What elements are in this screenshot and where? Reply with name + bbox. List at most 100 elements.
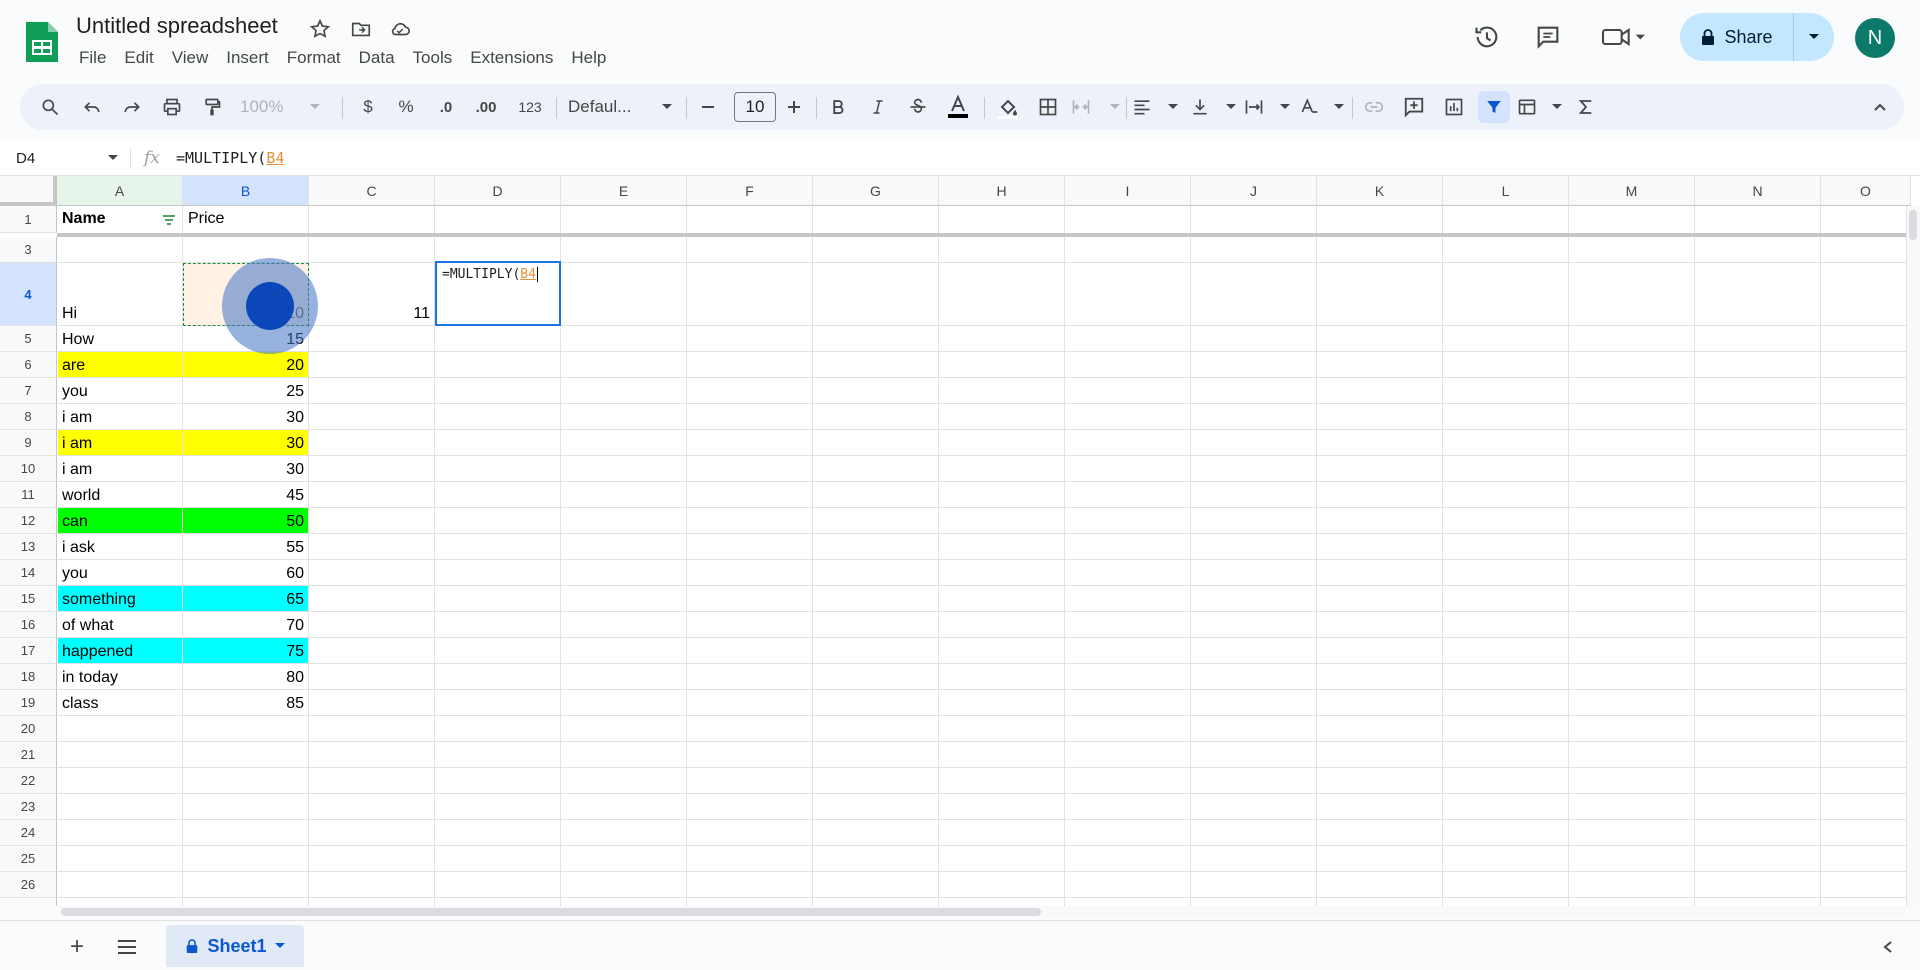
row-header-4[interactable]: 4 [0,263,57,326]
cell-a4[interactable]: Hi [58,263,182,325]
comments-icon[interactable] [1528,17,1568,57]
horizontal-align-icon[interactable] [1132,91,1178,123]
row-header-11[interactable]: 11 [0,482,57,508]
text-wrapping-icon[interactable] [1244,91,1290,123]
spreadsheet-grid[interactable]: A B C D E F G H I J K L M N O 1 3 4 5 6 … [0,176,1920,906]
column-header-j[interactable]: J [1191,176,1317,206]
sheets-logo-icon[interactable] [24,20,60,64]
column-header-h[interactable]: H [939,176,1065,206]
column-header-n[interactable]: N [1695,176,1821,206]
cell-a16[interactable]: of what [58,612,182,637]
cloud-saved-icon[interactable] [387,16,413,42]
cell-b12[interactable]: 50 [183,508,308,533]
menu-edit[interactable]: Edit [115,47,162,69]
format-currency-button[interactable]: $ [354,91,382,123]
menu-help[interactable]: Help [562,47,615,69]
format-percent-button[interactable]: % [392,91,420,123]
insert-link-icon[interactable] [1358,91,1390,123]
menu-data[interactable]: Data [350,47,404,69]
column-header-m[interactable]: M [1569,176,1695,206]
increase-decimal-button[interactable]: .00 [468,91,504,123]
vertical-scrollbar[interactable] [1906,206,1920,906]
column-header-i[interactable]: I [1065,176,1191,206]
cell-a8[interactable]: i am [58,404,182,429]
vertical-scroll-thumb[interactable] [1909,210,1917,240]
more-formats-button[interactable]: 123 [512,91,548,123]
row-header-1[interactable]: 1 [0,206,57,233]
select-all-corner[interactable] [0,176,57,206]
cell-editor-d4[interactable]: =MULTIPLY(B4 [435,261,561,326]
menu-tools[interactable]: Tools [404,47,462,69]
cell-b14[interactable]: 60 [183,560,308,585]
cell-a15[interactable]: something [58,586,182,611]
redo-icon[interactable] [116,91,148,123]
insert-chart-icon[interactable] [1438,91,1470,123]
frozen-row-divider[interactable] [57,233,1917,237]
row-header-18[interactable]: 18 [0,664,57,690]
share-main-button[interactable]: Share [1680,13,1794,61]
cell-c4[interactable]: 11 [309,263,434,325]
cell-a12[interactable]: can [58,508,182,533]
row-header-3[interactable]: 3 [0,237,57,263]
row-header-17[interactable]: 17 [0,638,57,664]
menu-extensions[interactable]: Extensions [461,47,562,69]
column-header-o[interactable]: O [1821,176,1911,206]
print-icon[interactable] [156,91,188,123]
menu-file[interactable]: File [70,47,115,69]
version-history-icon[interactable] [1467,17,1507,57]
cell-b18[interactable]: 80 [183,664,308,689]
column-header-c[interactable]: C [309,176,435,206]
column-header-e[interactable]: E [561,176,687,206]
cell-b17[interactable]: 75 [183,638,308,663]
column-header-f[interactable]: F [687,176,813,206]
row-header-14[interactable]: 14 [0,560,57,586]
font-family-select[interactable]: Defaul... [562,91,678,123]
column-header-k[interactable]: K [1317,176,1443,206]
column-header-a[interactable]: A [57,176,183,206]
row-header-13[interactable]: 13 [0,534,57,560]
menu-format[interactable]: Format [278,47,350,69]
horizontal-scroll-thumb[interactable] [61,908,1041,916]
cell-b15[interactable]: 65 [183,586,308,611]
row-header-19[interactable]: 19 [0,690,57,716]
document-title[interactable]: Untitled spreadsheet [76,13,278,39]
cell-a18[interactable]: in today [58,664,182,689]
share-dropdown-button[interactable] [1794,13,1834,61]
zoom-select[interactable]: 100% [240,91,320,123]
cell-a13[interactable]: i ask [58,534,182,559]
cell-b9[interactable]: 30 [183,430,308,455]
column-header-d[interactable]: D [435,176,561,206]
bold-icon[interactable] [822,91,854,123]
cell-b7[interactable]: 25 [183,378,308,403]
row-header-27[interactable]: 27 [0,898,57,906]
row-header-22[interactable]: 22 [0,768,57,794]
merge-cells-icon[interactable] [1070,91,1120,123]
vertical-align-icon[interactable] [1190,91,1236,123]
row-header-9[interactable]: 9 [0,430,57,456]
search-menus-icon[interactable] [34,91,66,123]
column-header-l[interactable]: L [1443,176,1569,206]
cell-b19[interactable]: 85 [183,690,308,715]
font-size-input[interactable]: 10 [734,92,776,122]
side-panel-toggle-icon[interactable] [1876,933,1900,961]
cell-a9[interactable]: i am [58,430,182,455]
cell-b6[interactable]: 20 [183,352,308,377]
italic-icon[interactable] [862,91,894,123]
strikethrough-icon[interactable] [902,91,934,123]
sheet-tab-sheet1[interactable]: Sheet1 [166,925,304,967]
increase-font-size-icon[interactable] [780,91,808,123]
cell-b16[interactable]: 70 [183,612,308,637]
row-header-5[interactable]: 5 [0,326,57,352]
menu-view[interactable]: View [163,47,218,69]
meet-video-icon[interactable] [1596,17,1652,57]
decrease-decimal-button[interactable]: .0 [430,91,462,123]
all-sheets-icon[interactable] [112,933,142,961]
borders-icon[interactable] [1032,91,1064,123]
formula-input[interactable]: =MULTIPLY(B4 [176,149,284,167]
paint-format-icon[interactable] [196,91,228,123]
row-header-12[interactable]: 12 [0,508,57,534]
cell-a10[interactable]: i am [58,456,182,481]
cell-b13[interactable]: 55 [183,534,308,559]
text-rotation-icon[interactable] [1298,91,1344,123]
filter-icon[interactable] [1478,91,1510,123]
